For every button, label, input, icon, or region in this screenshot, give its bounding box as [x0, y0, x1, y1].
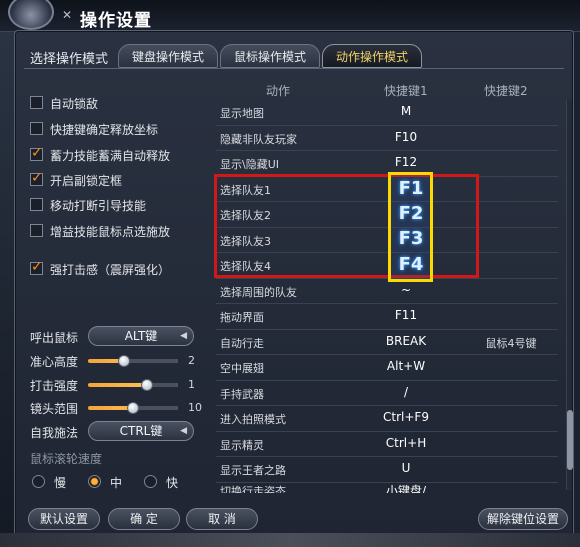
radio-button[interactable] — [88, 475, 101, 488]
scrollbar-thumb[interactable] — [567, 410, 573, 470]
hit-strength-slider[interactable] — [88, 379, 178, 391]
table-row[interactable]: 显示\隐藏UI F12 — [216, 151, 558, 177]
header-action: 动作 — [266, 84, 291, 98]
background-bottom — [0, 533, 580, 547]
table-scrollbar[interactable] — [566, 100, 573, 490]
lens-range-slider[interactable] — [88, 402, 178, 414]
title-bar: ✕ 操作设置 — [0, 0, 580, 32]
mode-label: 选择操作模式 — [30, 52, 109, 67]
chevron-left-icon: ◀ — [180, 331, 187, 341]
header-key2: 快捷键2 — [484, 84, 528, 98]
lens-range-label: 镜头范围 — [30, 402, 79, 416]
slider-handle[interactable] — [141, 379, 153, 391]
key-f4[interactable]: F4 — [392, 254, 430, 275]
table-header: 动作 快捷键1 快捷键2 — [216, 78, 566, 100]
table-row[interactable]: 自动行走 BREAK 鼠标4号键 — [216, 330, 558, 355]
table-row[interactable]: 显示王者之路 U — [216, 457, 558, 483]
aim-height-slider[interactable] — [88, 355, 178, 367]
aim-height-value: 2 — [188, 354, 195, 367]
header-key1: 快捷键1 — [384, 84, 428, 98]
table-row[interactable]: 隐藏非队友玩家 F10 — [216, 126, 558, 151]
table-row[interactable]: 拖动界面 F11 — [216, 304, 558, 330]
checkbox[interactable] — [30, 96, 43, 109]
checkbox[interactable] — [30, 122, 43, 135]
checkbox[interactable] — [30, 224, 43, 237]
self-cast-label: 自我施法 — [30, 426, 79, 440]
key-f1[interactable]: F1 — [392, 178, 430, 199]
table-row[interactable]: 选择周围的队友 ~ — [216, 279, 558, 304]
aim-height-label: 准心高度 — [30, 355, 79, 369]
tab-keyboard-mode[interactable]: 键盘操作模式 — [118, 44, 218, 68]
tab-mouse-mode[interactable]: 鼠标操作模式 — [220, 44, 320, 68]
checkbox[interactable] — [30, 198, 43, 211]
tab-divider — [24, 68, 564, 69]
table-row[interactable]: 进入拍照模式 Ctrl+F9 — [216, 406, 558, 432]
emblem-icon — [8, 0, 54, 30]
window-title: 操作设置 — [80, 11, 152, 31]
key-f3[interactable]: F3 — [392, 228, 430, 249]
checkbox[interactable] — [30, 259, 43, 275]
chevron-left-icon: ◀ — [180, 426, 187, 436]
ok-button[interactable]: 确 定 — [108, 508, 180, 530]
scroll-speed-label: 鼠标滚轮速度 — [30, 452, 103, 466]
tab-action-mode[interactable]: 动作操作模式 — [322, 44, 422, 68]
options-panel: 自动锁敌 快捷键确定释放坐标 蓄力技能蓄满自动释放 开启副锁定框 移动打断引导技… — [26, 80, 211, 500]
table-row[interactable]: 显示精灵 Ctrl+H — [216, 432, 558, 457]
slider-handle[interactable] — [127, 402, 139, 414]
table-row[interactable]: 手持武器 / — [216, 381, 558, 406]
table-row[interactable]: 显示地图 M — [216, 100, 558, 126]
table-row[interactable]: 切换行走姿态 小键盘/ — [216, 483, 558, 493]
cancel-button[interactable]: 取 消 — [186, 508, 258, 530]
highlight-box-red — [214, 174, 479, 278]
lens-range-value: 10 — [188, 401, 202, 414]
key-f2[interactable]: F2 — [392, 203, 430, 224]
hit-strength-value: 1 — [188, 378, 195, 391]
unbind-keys-button[interactable]: 解除键位设置 — [478, 508, 568, 530]
radio-button[interactable] — [144, 475, 157, 488]
keybind-table: 动作 快捷键1 快捷键2 显示地图 M 隐藏非队友玩家 F10 显示\隐藏UI F12… — [216, 78, 566, 493]
checkbox[interactable] — [30, 170, 43, 186]
call-mouse-select[interactable]: ALT键 ◀ — [88, 326, 194, 346]
hit-strength-label: 打击强度 — [30, 379, 79, 393]
checkbox[interactable] — [30, 145, 43, 161]
slider-handle[interactable] — [118, 355, 130, 367]
radio-button[interactable] — [32, 475, 45, 488]
self-cast-select[interactable]: CTRL键 ◀ — [88, 421, 194, 441]
default-settings-button[interactable]: 默认设置 — [28, 508, 100, 530]
call-mouse-label: 呼出鼠标 — [30, 331, 79, 345]
close-icon[interactable]: ✕ — [62, 9, 74, 21]
table-row[interactable]: 空中展翅 Alt+W — [216, 355, 558, 381]
